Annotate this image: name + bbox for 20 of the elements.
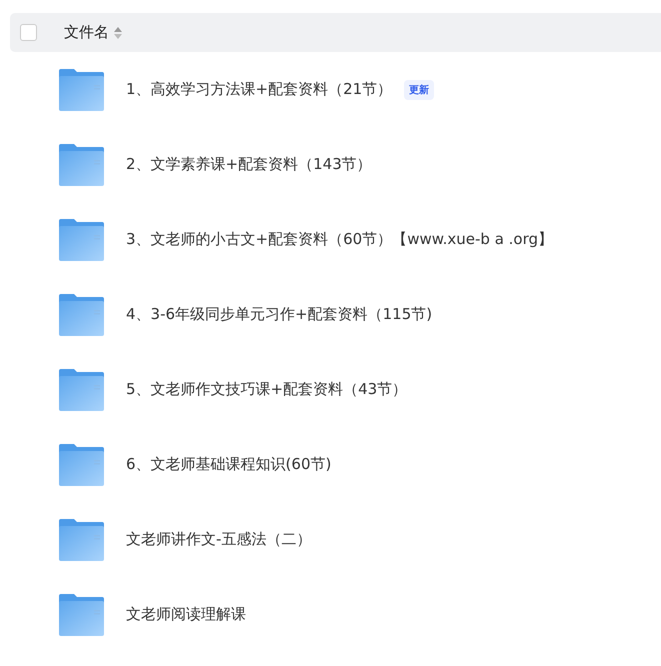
- file-name[interactable]: 5、文老师作文技巧课+配套资料（43节）: [126, 380, 408, 399]
- file-name[interactable]: 3、文老师的小古文+配套资料（60节）【www.xue-b a .org】: [126, 230, 554, 249]
- file-name[interactable]: 1、高效学习方法课+配套资料（21节）: [126, 80, 392, 99]
- folder-icon[interactable]: [58, 218, 105, 260]
- sort-icon[interactable]: [114, 26, 122, 38]
- folder-icon[interactable]: [58, 518, 105, 560]
- select-all-checkbox[interactable]: [20, 24, 37, 41]
- file-name[interactable]: 6、文老师基础课程知识(60节): [126, 455, 332, 474]
- folder-icon[interactable]: [58, 68, 105, 110]
- folder-icon[interactable]: [58, 444, 105, 486]
- file-name[interactable]: 文老师讲作文-五感法（二）: [126, 530, 312, 549]
- file-name[interactable]: 文老师阅读理解课: [126, 605, 246, 624]
- folder-icon[interactable]: [58, 594, 105, 636]
- file-name[interactable]: 2、文学素养课+配套资料（143节）: [126, 155, 372, 174]
- column-header[interactable]: 文件名: [64, 23, 109, 42]
- folder-icon[interactable]: [58, 144, 105, 186]
- file-name[interactable]: 4、3-6年级同步单元习作+配套资料（115节): [126, 305, 432, 324]
- update-badge: 更新: [404, 80, 434, 100]
- folder-icon[interactable]: [58, 294, 105, 336]
- folder-icon[interactable]: [58, 368, 105, 410]
